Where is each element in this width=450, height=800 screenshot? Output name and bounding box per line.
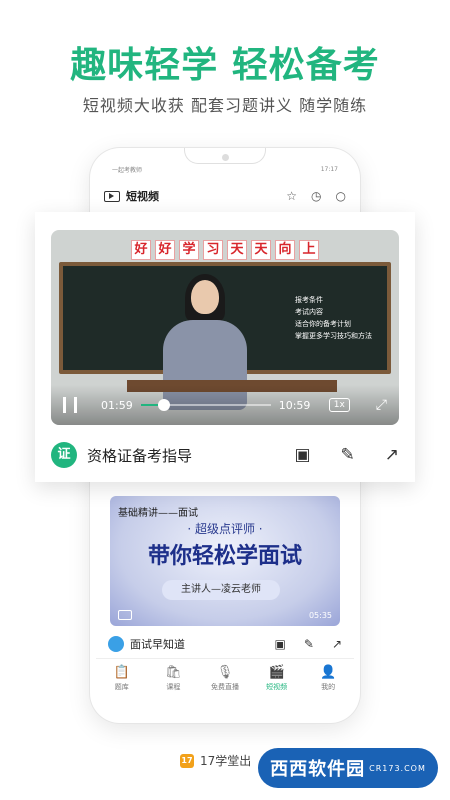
card2-footer: 面试早知道 ▣ ✎ ↗ xyxy=(108,634,342,654)
brand-text: 17学堂出 xyxy=(200,754,252,768)
brand-line: 17 17学堂出 xyxy=(180,752,251,769)
blackboard-line: 适合你的备考计划 xyxy=(295,320,351,328)
live-icon: 🎙 xyxy=(216,665,234,680)
banner-char: 上 xyxy=(299,240,319,260)
card-title: 资格证备考指导 xyxy=(87,446,193,465)
watermark-url: CR173.COM xyxy=(369,763,426,773)
card2-actions: ▣ ✎ ↗ xyxy=(275,637,342,651)
share-icon[interactable]: ↗ xyxy=(332,637,342,651)
card-footer: 证 资格证备考指导 ▣ ✎ ↗ xyxy=(51,440,399,470)
tab-question-bank[interactable]: 📋 题库 xyxy=(96,659,148,702)
share-icon[interactable]: ↗ xyxy=(385,445,399,465)
history-icon[interactable]: ◷ xyxy=(311,189,321,203)
pause-icon[interactable] xyxy=(63,397,77,413)
banner-char: 向 xyxy=(275,240,295,260)
practice-icon[interactable]: ✎ xyxy=(304,637,314,651)
video-player[interactable]: 好好学习天天向上 报考条件 考试内容 适合你的备考计划 掌握更多学习技巧和方法 01:… xyxy=(51,230,399,425)
site-watermark: 西西软件园 CR173.COM xyxy=(258,748,438,788)
tab-label: 课程 xyxy=(166,683,181,691)
banner-char: 天 xyxy=(251,240,271,260)
tab-short-video[interactable]: 🎬 短视频 xyxy=(251,659,303,702)
bottom-tab-bar: 📋 题库 🛍 课程 🎙 免费直播 🎬 短视频 👤 我的 xyxy=(96,658,354,702)
fullscreen-icon[interactable]: ⤢ xyxy=(376,397,387,413)
banner-char: 习 xyxy=(203,240,223,260)
card-actions: ▣ ✎ ↗ xyxy=(294,445,399,465)
short-video-tab-icon: 🎬 xyxy=(268,665,285,680)
handout-icon[interactable]: ▣ xyxy=(294,445,310,465)
profile-icon: 👤 xyxy=(320,665,337,680)
courses-icon: 🛍 xyxy=(165,665,182,680)
status-carrier: 一起考教师 xyxy=(112,166,143,174)
headline: 趣味轻学 轻松备考 xyxy=(70,45,380,86)
status-time: 17:17 xyxy=(320,165,338,173)
progress-slider[interactable] xyxy=(140,399,271,411)
status-bar: 一起考教师 17:17 xyxy=(112,162,338,176)
featured-video-card: 好好学习天天向上 报考条件 考试内容 适合你的备考计划 掌握更多学习技巧和方法 01:… xyxy=(35,212,415,482)
tab-profile[interactable]: 👤 我的 xyxy=(302,659,354,702)
total-time: 10:59 xyxy=(278,398,311,412)
app-bar: 短视频 ☆ ◷ ○ xyxy=(104,184,346,208)
banner-char: 天 xyxy=(227,240,247,260)
channel-avatar[interactable] xyxy=(108,636,124,652)
subline: 短视频大收获 配套习题讲义 随学随练 xyxy=(82,96,368,115)
tab-live[interactable]: 🎙 免费直播 xyxy=(199,659,251,702)
tab-courses[interactable]: 🛍 课程 xyxy=(148,659,200,702)
banner-char: 好 xyxy=(155,240,175,260)
progress-knob[interactable] xyxy=(158,399,171,411)
card2-channel-name: 面试早知道 xyxy=(130,638,185,651)
classroom-banner: 好好学习天天向上 xyxy=(51,238,399,260)
player-controls: 01:59 10:59 1x ⤢ xyxy=(51,385,399,425)
tab-label: 短视频 xyxy=(266,683,288,691)
video-card-interview[interactable]: 基础精讲——面试 · 超级点评师 · 带你轻松学面试 主讲人—凌云老师 05:3… xyxy=(110,496,340,626)
card2-duration: 05:35 xyxy=(308,611,332,620)
blackboard-line: 报考条件 xyxy=(295,296,323,304)
current-time: 01:59 xyxy=(101,398,133,412)
blackboard-line: 掌握更多学习技巧和方法 xyxy=(295,332,372,340)
card2-tag: 基础精讲——面试 xyxy=(118,508,198,519)
speed-button[interactable]: 1x xyxy=(328,398,350,412)
banner-char: 好 xyxy=(131,240,151,260)
play-icon[interactable] xyxy=(118,610,132,620)
blackboard-line: 考试内容 xyxy=(295,308,323,316)
teacher-head xyxy=(191,280,219,314)
camera-dot xyxy=(222,154,229,161)
star-icon[interactable]: ☆ xyxy=(286,189,297,203)
app-title: 短视频 xyxy=(126,190,159,203)
card2-title: 带你轻松学面试 xyxy=(147,544,302,569)
brand-logo: 17 xyxy=(180,753,194,768)
practice-icon[interactable]: ✎ xyxy=(341,445,355,465)
handout-icon[interactable]: ▣ xyxy=(275,637,286,651)
watermark-text: 西西软件园 xyxy=(270,759,366,780)
question-bank-icon: 📋 xyxy=(113,665,130,680)
tab-label: 我的 xyxy=(321,683,336,691)
card2-sub: · 超级点评师 · xyxy=(187,522,263,536)
short-video-icon xyxy=(104,190,120,202)
search-icon[interactable]: ○ xyxy=(336,189,346,203)
certificate-badge[interactable]: 证 xyxy=(51,442,77,468)
banner-char: 学 xyxy=(179,240,199,260)
card2-presenter: 主讲人—凌云老师 xyxy=(162,580,280,600)
tab-label: 免费直播 xyxy=(210,683,239,691)
blackboard-list: 报考条件考试内容适合你的备考计划掌握更多学习技巧和方法 xyxy=(295,294,372,342)
tab-label: 题库 xyxy=(114,683,129,691)
